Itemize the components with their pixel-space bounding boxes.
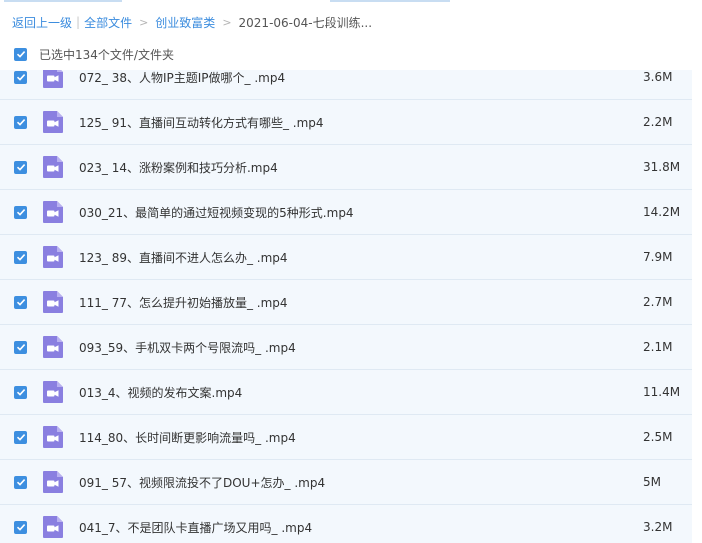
file-list: 072_ 38、人物IP主题IP做哪个_ .mp4 3.6M 125_ 91、直播间… xyxy=(0,70,702,543)
checkmark-icon xyxy=(16,74,25,81)
file-size: 3.2M xyxy=(643,520,673,534)
video-file-icon xyxy=(43,336,63,358)
file-size: 31.8M xyxy=(643,160,681,174)
file-checkbox[interactable] xyxy=(14,70,27,84)
file-row[interactable]: 111_ 77、怎么提升初始播放量_ .mp4 2.7M xyxy=(0,280,692,325)
file-name[interactable]: 091_ 57、视频限流投不了DOU+怎办_ .mp4 xyxy=(79,474,325,491)
video-file-icon xyxy=(43,246,63,268)
breadcrumb-divider: | xyxy=(76,15,81,29)
all-files-link[interactable]: 全部文件 xyxy=(84,14,132,31)
video-file-icon xyxy=(43,471,63,493)
file-size: 11.4M xyxy=(643,385,681,399)
selection-count-label: 已选中134个文件/文件夹 xyxy=(39,47,174,62)
file-checkbox[interactable] xyxy=(14,205,27,219)
file-row[interactable]: 114_80、长时间断更影响流量吗_ .mp4 2.5M xyxy=(0,415,692,460)
file-checkbox[interactable] xyxy=(14,475,27,489)
file-row[interactable]: 030_21、最简单的通过短视频变现的5种形式.mp4 14.2M xyxy=(0,190,692,235)
checkmark-icon xyxy=(16,344,25,351)
top-tab-indicator xyxy=(4,0,122,2)
scrollbar[interactable] xyxy=(694,70,702,543)
file-row[interactable]: 093_59、手机双卡两个号限流吗_ .mp4 2.1M xyxy=(0,325,692,370)
file-size: 3.6M xyxy=(643,70,673,84)
file-size: 2.2M xyxy=(643,115,673,129)
checkmark-icon xyxy=(16,434,25,441)
chevron-right-icon: > xyxy=(222,15,232,29)
file-row[interactable]: 125_ 91、直播间互动转化方式有哪些_ .mp4 2.2M xyxy=(0,100,692,145)
file-name[interactable]: 030_21、最简单的通过短视频变现的5种形式.mp4 xyxy=(79,204,354,221)
file-row[interactable]: 072_ 38、人物IP主题IP做哪个_ .mp4 3.6M xyxy=(0,70,692,100)
file-name[interactable]: 111_ 77、怎么提升初始播放量_ .mp4 xyxy=(79,294,288,311)
file-name[interactable]: 023_ 14、涨粉案例和技巧分析.mp4 xyxy=(79,159,278,176)
video-file-icon xyxy=(43,381,63,403)
file-size: 2.1M xyxy=(643,340,673,354)
file-name[interactable]: 093_59、手机双卡两个号限流吗_ .mp4 xyxy=(79,339,296,356)
file-size: 5M xyxy=(643,475,661,489)
file-size: 2.5M xyxy=(643,430,673,444)
chevron-right-icon: > xyxy=(139,15,149,29)
current-folder: 2021-06-04-七段训练... xyxy=(238,15,373,30)
video-file-icon xyxy=(43,426,63,448)
video-file-icon xyxy=(43,291,63,313)
selection-bar: 已选中134个文件/文件夹 xyxy=(14,44,174,64)
top-tab-indicator-2 xyxy=(330,0,450,2)
file-size: 7.9M xyxy=(643,250,673,264)
file-checkbox[interactable] xyxy=(14,160,27,174)
file-name[interactable]: 072_ 38、人物IP主题IP做哪个_ .mp4 xyxy=(79,70,285,86)
checkmark-icon xyxy=(16,524,25,531)
file-checkbox[interactable] xyxy=(14,250,27,264)
checkmark-icon xyxy=(16,119,25,126)
video-file-icon xyxy=(43,156,63,178)
file-name[interactable]: 013_4、视频的发布文案.mp4 xyxy=(79,384,242,401)
file-size: 2.7M xyxy=(643,295,673,309)
folder-link[interactable]: 创业致富类 xyxy=(155,14,215,31)
file-checkbox[interactable] xyxy=(14,340,27,354)
select-all-checkbox[interactable] xyxy=(14,47,27,61)
checkmark-icon xyxy=(16,164,25,171)
file-row[interactable]: 023_ 14、涨粉案例和技巧分析.mp4 31.8M xyxy=(0,145,692,190)
file-checkbox[interactable] xyxy=(14,115,27,129)
checkmark-icon xyxy=(16,51,25,58)
checkmark-icon xyxy=(16,479,25,486)
back-link[interactable]: 返回上一级 xyxy=(12,14,72,31)
file-checkbox[interactable] xyxy=(14,430,27,444)
video-file-icon xyxy=(43,70,63,88)
video-file-icon xyxy=(43,111,63,133)
checkmark-icon xyxy=(16,389,25,396)
file-size: 14.2M xyxy=(643,205,681,219)
checkmark-icon xyxy=(16,299,25,306)
file-row[interactable]: 123_ 89、直播间不进人怎么办_ .mp4 7.9M xyxy=(0,235,692,280)
file-checkbox[interactable] xyxy=(14,520,27,534)
video-file-icon xyxy=(43,201,63,223)
file-checkbox[interactable] xyxy=(14,385,27,399)
file-name[interactable]: 125_ 91、直播间互动转化方式有哪些_ .mp4 xyxy=(79,114,324,131)
file-row[interactable]: 041_7、不是团队卡直播广场又用吗_ .mp4 3.2M xyxy=(0,505,692,543)
file-name[interactable]: 041_7、不是团队卡直播广场又用吗_ .mp4 xyxy=(79,519,312,536)
video-file-icon xyxy=(43,516,63,538)
file-checkbox[interactable] xyxy=(14,295,27,309)
file-row[interactable]: 013_4、视频的发布文案.mp4 11.4M xyxy=(0,370,692,415)
file-name[interactable]: 114_80、长时间断更影响流量吗_ .mp4 xyxy=(79,429,296,446)
breadcrumb: 返回上一级 | 全部文件 > 创业致富类 > 2021-06-04-七段训练..… xyxy=(12,12,372,32)
checkmark-icon xyxy=(16,209,25,216)
file-row[interactable]: 091_ 57、视频限流投不了DOU+怎办_ .mp4 5M xyxy=(0,460,692,505)
checkmark-icon xyxy=(16,254,25,261)
file-name[interactable]: 123_ 89、直播间不进人怎么办_ .mp4 xyxy=(79,249,288,266)
